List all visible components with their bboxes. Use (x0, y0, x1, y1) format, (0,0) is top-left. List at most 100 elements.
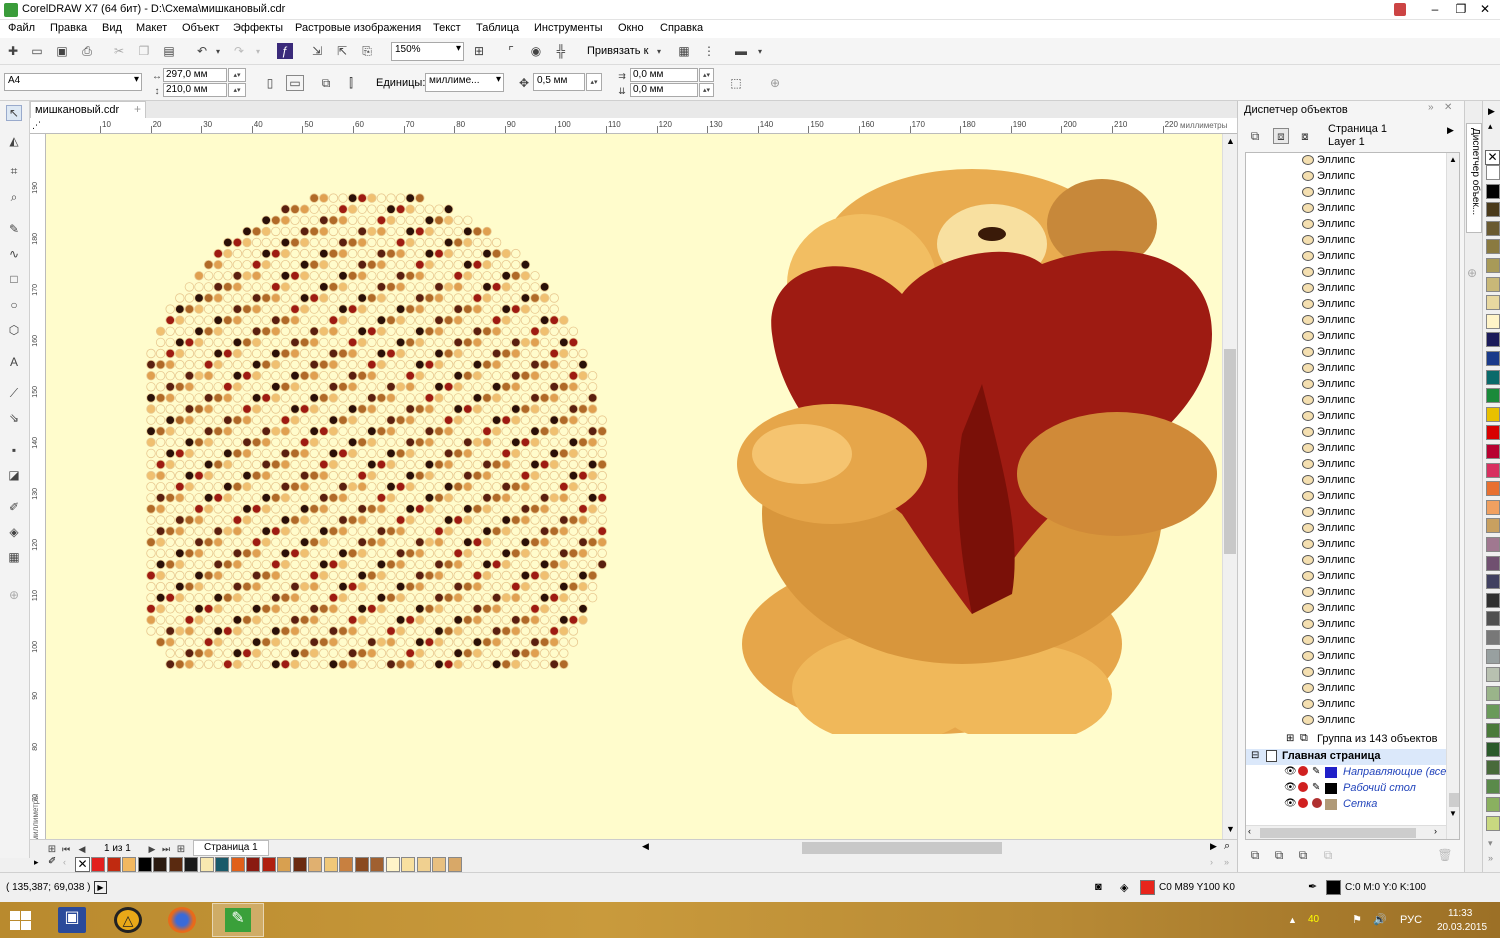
tree-vscroll[interactable]: ▲ ▼ (1446, 153, 1459, 839)
stitch-ellipse[interactable] (443, 626, 454, 636)
stitch-ellipse[interactable] (184, 370, 195, 381)
ellipse-object-row[interactable]: Эллипс (1246, 217, 1459, 233)
stitch-ellipse[interactable] (328, 482, 339, 492)
stitch-ellipse[interactable] (328, 215, 339, 226)
stitch-ellipse[interactable] (511, 659, 521, 670)
palette-swatch[interactable] (1486, 574, 1500, 590)
palette-swatch[interactable] (1486, 723, 1500, 738)
stitch-ellipse[interactable] (549, 326, 559, 337)
stitch-ellipse[interactable] (587, 581, 598, 592)
stitch-ellipse[interactable] (395, 626, 406, 636)
stitch-ellipse[interactable] (443, 570, 454, 581)
stitch-ellipse[interactable] (194, 593, 204, 603)
stitch-ellipse[interactable] (491, 326, 502, 337)
stitch-ellipse[interactable] (453, 470, 463, 481)
stitch-ellipse[interactable] (434, 526, 444, 536)
stitch-ellipse[interactable] (520, 581, 531, 592)
stitch-ellipse[interactable] (424, 459, 435, 470)
stitch-ellipse[interactable] (434, 415, 444, 425)
stitch-ellipse[interactable] (194, 626, 204, 636)
stitch-ellipse[interactable] (549, 393, 559, 403)
stitch-ellipse[interactable] (386, 459, 396, 470)
stitch-ellipse[interactable] (271, 215, 281, 226)
stitch-ellipse[interactable] (482, 426, 492, 436)
stitch-ellipse[interactable] (559, 515, 569, 525)
stitch-ellipse[interactable] (549, 593, 559, 603)
stitch-ellipse[interactable] (453, 215, 463, 226)
stitch-ellipse[interactable] (280, 282, 291, 292)
stitch-ellipse[interactable] (165, 615, 175, 625)
stitch-ellipse[interactable] (453, 637, 463, 647)
stitch-ellipse[interactable] (290, 604, 300, 614)
new-layer-icon[interactable]: ⧉ (1247, 847, 1263, 863)
stitch-ellipse[interactable] (203, 459, 214, 470)
stitch-ellipse[interactable] (165, 482, 175, 492)
stitch-ellipse[interactable] (415, 404, 425, 414)
stitch-ellipse[interactable] (194, 615, 204, 625)
transparency-tool-icon[interactable]: ◪ (6, 467, 22, 483)
stitch-ellipse[interactable] (530, 648, 540, 658)
stitch-ellipse[interactable] (232, 615, 243, 625)
stitch-ellipse[interactable] (453, 359, 463, 370)
stitch-ellipse[interactable] (338, 293, 348, 303)
stitch-ellipse[interactable] (395, 526, 406, 536)
stitch-ellipse[interactable] (338, 537, 348, 547)
stitch-ellipse[interactable] (165, 415, 175, 425)
stitch-ellipse[interactable] (463, 282, 473, 292)
stitch-ellipse[interactable] (549, 570, 559, 581)
stitch-ellipse[interactable] (319, 204, 329, 214)
ellipse-object-row[interactable]: Эллипс (1246, 585, 1459, 601)
stitch-ellipse[interactable] (347, 537, 358, 547)
stitch-ellipse[interactable] (415, 437, 425, 448)
stitch-ellipse[interactable] (501, 604, 511, 614)
document-color-swatch[interactable] (215, 857, 229, 872)
document-color-swatch[interactable] (277, 857, 291, 872)
stitch-ellipse[interactable] (539, 504, 550, 514)
stitch-ellipse[interactable] (549, 648, 559, 658)
stitch-ellipse[interactable] (338, 282, 348, 292)
stitch-ellipse[interactable] (280, 359, 291, 370)
stitch-ellipse[interactable] (520, 548, 531, 559)
print-icon[interactable]: ⎙ (79, 43, 95, 59)
stitch-ellipse[interactable] (271, 426, 281, 436)
stitch-ellipse[interactable] (443, 370, 454, 381)
stitch-ellipse[interactable] (203, 404, 214, 414)
stitch-ellipse[interactable] (491, 504, 502, 514)
stitch-ellipse[interactable] (520, 393, 531, 403)
stitch-ellipse[interactable] (376, 493, 387, 503)
stitch-ellipse[interactable] (242, 493, 252, 503)
stitch-ellipse[interactable] (223, 404, 233, 414)
stitch-ellipse[interactable] (376, 626, 387, 636)
stitch-ellipse[interactable] (453, 348, 463, 359)
stitch-ellipse[interactable] (415, 237, 425, 248)
stitch-ellipse[interactable] (223, 515, 233, 525)
freehand-tool-icon[interactable]: ✎ (6, 221, 22, 237)
stitch-ellipse[interactable] (290, 637, 300, 647)
stitch-ellipse[interactable] (232, 359, 243, 370)
stitch-ellipse[interactable] (232, 482, 243, 492)
stitch-ellipse[interactable] (395, 515, 406, 525)
stitch-ellipse[interactable] (175, 482, 185, 492)
stitch-ellipse[interactable] (261, 604, 271, 614)
stitch-ellipse[interactable] (453, 393, 463, 403)
stitch-ellipse[interactable] (242, 282, 252, 292)
stitch-ellipse[interactable] (194, 515, 204, 525)
stitch-ellipse[interactable] (299, 248, 310, 259)
ellipse-object-row[interactable]: Эллипс (1246, 409, 1459, 425)
stitch-ellipse[interactable] (251, 604, 262, 614)
stitch-ellipse[interactable] (530, 404, 540, 414)
stitch-ellipse[interactable] (347, 370, 358, 381)
stitch-ellipse[interactable] (472, 537, 483, 547)
stitch-ellipse[interactable] (242, 504, 252, 514)
ellipse-object-row[interactable]: Эллипс (1246, 169, 1459, 185)
stitch-ellipse[interactable] (338, 204, 348, 214)
stitch-ellipse[interactable] (232, 548, 243, 559)
stitch-ellipse[interactable] (155, 615, 166, 625)
document-color-swatch[interactable] (323, 857, 338, 872)
stitch-ellipse[interactable] (395, 659, 406, 670)
stitch-ellipse[interactable] (261, 215, 271, 226)
stitch-ellipse[interactable] (434, 459, 444, 470)
stitch-ellipse[interactable] (568, 548, 579, 559)
stitch-ellipse[interactable] (520, 259, 531, 270)
stitch-ellipse[interactable] (299, 593, 310, 603)
